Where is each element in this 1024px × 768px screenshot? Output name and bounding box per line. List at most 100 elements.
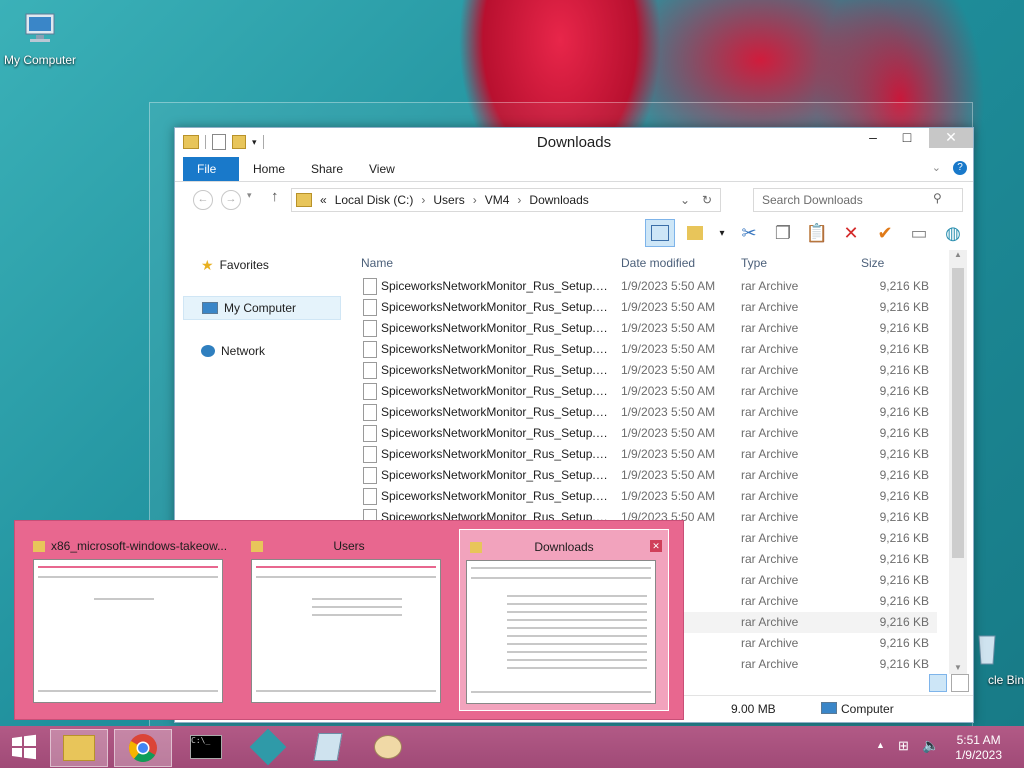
file-type: rar Archive	[741, 594, 799, 608]
paste-icon[interactable]: 📋	[803, 220, 831, 246]
file-type: rar Archive	[741, 279, 799, 293]
file-date-modified: 1/9/2023 5:50 AM	[621, 363, 716, 377]
chevron-down-icon[interactable]: ⌄	[680, 193, 690, 207]
file-size: 9,216 KB	[879, 321, 929, 335]
maximize-button[interactable]: □	[885, 128, 929, 148]
file-explorer-icon	[63, 735, 95, 761]
nav-item-my-computer[interactable]: My Computer	[183, 296, 341, 320]
vertical-scrollbar[interactable]: ▲ ▼	[949, 250, 967, 674]
delete-icon[interactable]: ✕	[837, 220, 865, 246]
file-name: SpiceworksNetworkMonitor_Rus_Setup.p...	[381, 426, 609, 440]
file-icon	[363, 383, 377, 400]
taskbar-notepad[interactable]	[300, 729, 356, 765]
title-bar[interactable]: ▾ Downloads ‒ □ ✕	[175, 128, 973, 157]
switcher-item-title: Users	[333, 539, 365, 553]
table-row[interactable]: SpiceworksNetworkMonitor_Rus_Setup.p... 1…	[355, 381, 937, 402]
scroll-thumb[interactable]	[952, 268, 964, 558]
close-button[interactable]: ✕	[929, 128, 973, 148]
nav-item-favorites[interactable]: ★ Favorites	[183, 254, 341, 276]
file-name: SpiceworksNetworkMonitor_Rus_Setup.p...	[381, 447, 609, 461]
scroll-down-icon[interactable]: ▼	[949, 663, 967, 672]
scroll-up-icon[interactable]: ▲	[949, 250, 967, 259]
table-row[interactable]: SpiceworksNetworkMonitor_Rus_Setup.p... 1…	[355, 339, 937, 360]
help-icon[interactable]: ?	[953, 161, 967, 175]
taskbar-chrome[interactable]	[114, 729, 172, 767]
file-type: rar Archive	[741, 447, 799, 461]
file-type: rar Archive	[741, 636, 799, 650]
chevron-down-icon[interactable]: ▾	[715, 220, 729, 246]
table-row[interactable]: SpiceworksNetworkMonitor_Rus_Setup.p... 1…	[355, 276, 937, 297]
switcher-item[interactable]: x86_microsoft-windows-takeow...	[27, 529, 235, 709]
table-row[interactable]: SpiceworksNetworkMonitor_Rus_Setup.p... 1…	[355, 402, 937, 423]
desktop-icon-my-computer[interactable]: My Computer	[0, 10, 80, 67]
nav-item-network[interactable]: Network	[183, 340, 341, 362]
breadcrumb-downloads[interactable]: Downloads	[529, 193, 588, 207]
preview-pane-icon[interactable]	[645, 219, 675, 247]
system-clock[interactable]: 5:51 AM 1/9/2023	[955, 733, 1002, 763]
breadcrumb-local-disk[interactable]: Local Disk (C:)	[335, 193, 414, 207]
file-icon	[363, 446, 377, 463]
table-row[interactable]: SpiceworksNetworkMonitor_Rus_Setup.p... 1…	[355, 318, 937, 339]
file-name: SpiceworksNetworkMonitor_Rus_Setup.p...	[381, 468, 609, 482]
file-icon	[363, 404, 377, 421]
ribbon-expand-icon[interactable]: ⌄	[932, 161, 941, 174]
search-icon[interactable]: ⚲	[933, 191, 942, 205]
rename-icon[interactable]: ▭	[905, 220, 933, 246]
file-icon	[363, 278, 377, 295]
table-row[interactable]: SpiceworksNetworkMonitor_Rus_Setup.p... 1…	[355, 465, 937, 486]
file-type: rar Archive	[741, 657, 799, 671]
copy-icon[interactable]: ❐	[769, 220, 797, 246]
volume-icon[interactable]: 🔈	[922, 737, 939, 754]
globe-icon[interactable]: ◍	[939, 220, 967, 246]
table-row[interactable]: SpiceworksNetworkMonitor_Rus_Setup.p... 1…	[355, 423, 937, 444]
taskbar-regedit[interactable]	[240, 728, 296, 766]
folder-options-icon[interactable]	[681, 220, 709, 246]
table-row[interactable]: SpiceworksNetworkMonitor_Rus_Setup.p... 1…	[355, 297, 937, 318]
up-button[interactable]: ↑	[271, 188, 279, 205]
cut-icon[interactable]: ✂	[735, 220, 763, 246]
switcher-item[interactable]: Users	[245, 529, 453, 709]
folder-icon	[33, 541, 45, 552]
breadcrumb-overflow[interactable]: «	[320, 193, 327, 207]
details-view-icon[interactable]	[929, 674, 947, 692]
table-row[interactable]: SpiceworksNetworkMonitor_Rus_Setup.p... 1…	[355, 444, 937, 465]
navigation-pane: ★ Favorites My Computer Network	[183, 254, 341, 382]
column-date-modified[interactable]: Date modified	[621, 256, 695, 270]
status-location: Computer	[841, 702, 894, 716]
switcher-item-selected[interactable]: Downloads ✕	[459, 529, 669, 711]
refresh-icon[interactable]: ↻	[702, 193, 712, 207]
show-hidden-icons-icon[interactable]: ▲	[876, 740, 885, 750]
search-input[interactable]: Search Downloads	[753, 188, 963, 212]
large-icons-view-icon[interactable]	[951, 674, 969, 692]
checkmark-icon[interactable]: ✔	[871, 220, 899, 246]
table-row[interactable]: SpiceworksNetworkMonitor_Rus_Setup.p... 1…	[355, 486, 937, 507]
computer-icon	[25, 13, 55, 42]
file-size: 9,216 KB	[879, 426, 929, 440]
chevron-right-icon: ›	[421, 193, 426, 207]
file-size: 9,216 KB	[879, 615, 929, 629]
column-size[interactable]: Size	[861, 256, 884, 270]
tab-view[interactable]: View	[355, 157, 409, 181]
close-icon[interactable]: ✕	[650, 540, 662, 552]
address-bar[interactable]: « Local Disk (C:) › Users › VM4 › Downlo…	[291, 188, 721, 212]
file-size: 9,216 KB	[879, 405, 929, 419]
taskbar-paint[interactable]	[360, 729, 416, 765]
back-button[interactable]: ←	[193, 190, 213, 210]
network-status-icon[interactable]: ⊞	[898, 738, 909, 754]
breadcrumb-users[interactable]: Users	[433, 193, 464, 207]
column-type[interactable]: Type	[741, 256, 767, 270]
forward-button[interactable]: →	[221, 190, 241, 210]
tab-file[interactable]: File	[183, 157, 239, 181]
start-button[interactable]	[0, 729, 48, 765]
file-type: rar Archive	[741, 552, 799, 566]
column-name[interactable]: Name	[361, 256, 393, 270]
tab-home[interactable]: Home	[239, 157, 299, 181]
table-row[interactable]: SpiceworksNetworkMonitor_Rus_Setup.p... 1…	[355, 360, 937, 381]
tab-share[interactable]: Share	[297, 157, 357, 181]
breadcrumb-vm4[interactable]: VM4	[485, 193, 510, 207]
recent-locations-icon[interactable]: ▾	[247, 190, 252, 201]
file-name: SpiceworksNetworkMonitor_Rus_Setup.p...	[381, 279, 609, 293]
taskbar-explorer[interactable]	[50, 729, 108, 767]
file-icon	[363, 320, 377, 337]
taskbar-cmd[interactable]: C:\_	[178, 729, 234, 765]
